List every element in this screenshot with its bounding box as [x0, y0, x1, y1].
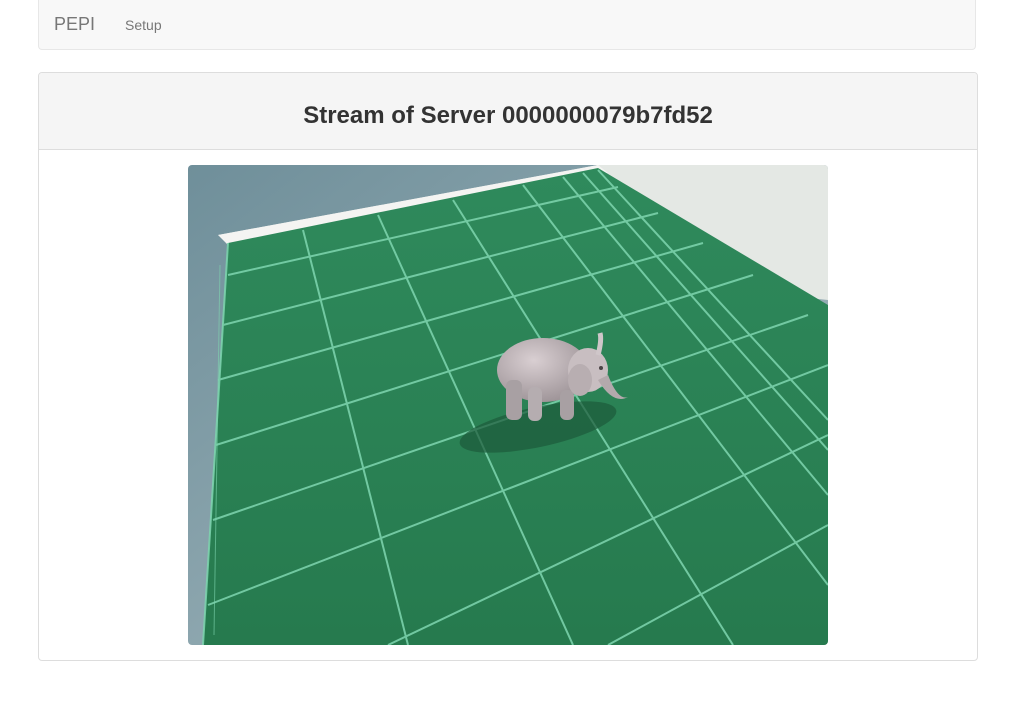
stream-panel: Stream of Server 0000000079b7fd52 — [38, 72, 978, 661]
nav-link-setup[interactable]: Setup — [125, 17, 162, 33]
panel-heading: Stream of Server 0000000079b7fd52 — [39, 73, 977, 150]
page-title: Stream of Server 0000000079b7fd52 — [303, 102, 713, 129]
brand-link[interactable]: PEPI — [54, 14, 95, 35]
camera-stream-image — [188, 165, 828, 645]
top-navbar: PEPI Setup — [38, 0, 976, 50]
